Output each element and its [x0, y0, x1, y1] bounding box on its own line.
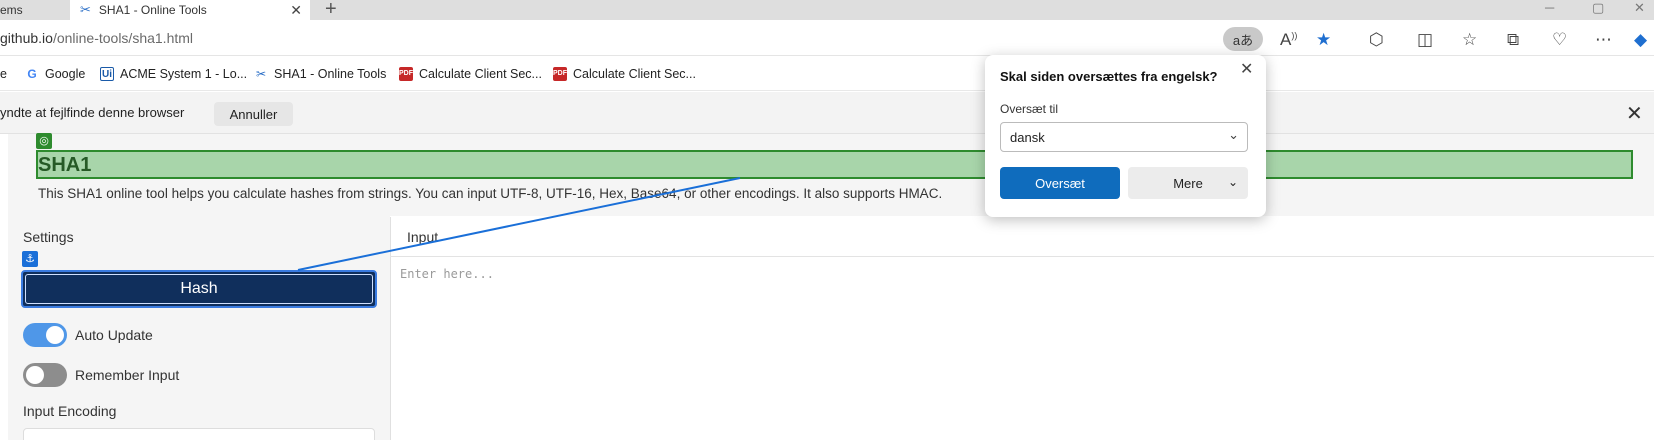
favorites-icon[interactable]: ☆: [1462, 30, 1477, 50]
chevron-down-icon: ⌄: [1228, 127, 1239, 142]
tab-active[interactable]: ✂ SHA1 - Online Tools ✕: [70, 0, 310, 20]
window-close-button[interactable]: ✕: [1634, 0, 1645, 16]
auto-update-toggle[interactable]: [23, 323, 67, 347]
toggle-knob: [46, 326, 64, 344]
bookmark-label: Google: [45, 67, 86, 81]
tab-close-button[interactable]: ✕: [290, 2, 302, 19]
bookmark-calc-2[interactable]: PDF Calculate Client Sec...: [553, 67, 696, 81]
input-textarea[interactable]: [392, 258, 1654, 440]
tools-icon: ✂: [255, 67, 267, 81]
more-label: Mere: [1173, 175, 1203, 191]
toggle-knob: [26, 366, 44, 384]
bookmark-sha1[interactable]: ✂ SHA1 - Online Tools: [254, 67, 386, 81]
google-icon: G: [27, 67, 37, 81]
divider: [390, 256, 1654, 257]
input-heading: Input: [407, 229, 439, 245]
remember-input-label: Remember Input: [75, 367, 180, 383]
tools-icon: ✂: [80, 2, 91, 17]
extensions-icon[interactable]: ⬡: [1369, 30, 1384, 50]
bookmark-acme[interactable]: Ui ACME System 1 - Lo...: [100, 67, 247, 81]
bookmark-label: e: [0, 67, 7, 81]
auto-update-label: Auto Update: [75, 327, 153, 343]
more-menu-icon[interactable]: ⋯: [1595, 30, 1612, 50]
collections-icon[interactable]: ⧉: [1507, 30, 1519, 50]
cancel-button[interactable]: Annuller: [214, 102, 293, 126]
settings-heading: Settings: [23, 229, 74, 245]
page-description: This SHA1 online tool helps you calculat…: [38, 186, 943, 201]
url-host: github.io: [0, 30, 53, 46]
address-bar-row: [0, 20, 1654, 56]
bookmark-label: Calculate Client Sec...: [573, 67, 696, 81]
column-divider: [390, 217, 391, 440]
info-bar-text: yndte at fejlfinde denne browser: [0, 105, 185, 120]
copilot-icon[interactable]: ◆: [1634, 30, 1647, 50]
pdf-icon: PDF: [553, 67, 567, 81]
translate-button[interactable]: Oversæt: [1000, 167, 1120, 199]
read-aloud-icon[interactable]: A)): [1280, 30, 1297, 50]
split-screen-icon[interactable]: ◫: [1417, 30, 1433, 50]
maximize-button[interactable]: ▢: [1592, 0, 1604, 16]
bookmarks-bar: [0, 57, 1654, 91]
bookmark-label: Calculate Client Sec...: [419, 67, 542, 81]
bookmark-label: SHA1 - Online Tools: [274, 67, 387, 81]
translate-to-label: Oversæt til: [1000, 102, 1059, 116]
pdf-icon: PDF: [399, 67, 413, 81]
input-encoding-select[interactable]: [23, 428, 375, 440]
bookmark-calc-1[interactable]: PDF Calculate Client Sec...: [399, 67, 542, 81]
favorite-star-icon[interactable]: ★: [1316, 30, 1331, 50]
bookmark-google[interactable]: G Google: [25, 67, 85, 81]
bookmark-item[interactable]: e: [0, 67, 7, 81]
tab-label: ems: [0, 3, 23, 17]
close-icon[interactable]: ✕: [1626, 101, 1643, 126]
language-select[interactable]: dansk ⌄: [1000, 122, 1248, 152]
language-value: dansk: [1010, 129, 1045, 145]
bookmark-label: ACME System 1 - Lo...: [120, 67, 248, 81]
minimize-button[interactable]: ─: [1545, 0, 1554, 15]
element-highlight: [36, 150, 1633, 179]
browser-essentials-icon[interactable]: ♡: [1552, 30, 1567, 50]
new-tab-button[interactable]: +: [325, 0, 337, 21]
popup-title: Skal siden oversættes fra engelsk?: [1000, 69, 1218, 84]
chevron-down-icon: ⌄: [1227, 175, 1238, 189]
hash-button[interactable]: Hash: [21, 270, 377, 308]
input-encoding-label: Input Encoding: [23, 403, 117, 419]
url-path: /online-tools/sha1.html: [52, 30, 194, 46]
anchor-icon: ⚓: [22, 251, 38, 267]
page-title: SHA1: [38, 154, 92, 176]
more-button[interactable]: Mere ⌄: [1128, 167, 1248, 199]
remember-input-toggle[interactable]: [23, 363, 67, 387]
tab-label: SHA1 - Online Tools: [98, 3, 207, 17]
translate-page-button[interactable]: aあ: [1223, 27, 1263, 51]
address-bar[interactable]: github.io/online-tools/sha1.html: [0, 30, 193, 46]
close-icon[interactable]: ✕: [1240, 59, 1253, 79]
ui-icon: Ui: [100, 67, 114, 81]
tab-previous[interactable]: ems: [0, 0, 68, 20]
target-icon: ◎: [36, 133, 52, 149]
